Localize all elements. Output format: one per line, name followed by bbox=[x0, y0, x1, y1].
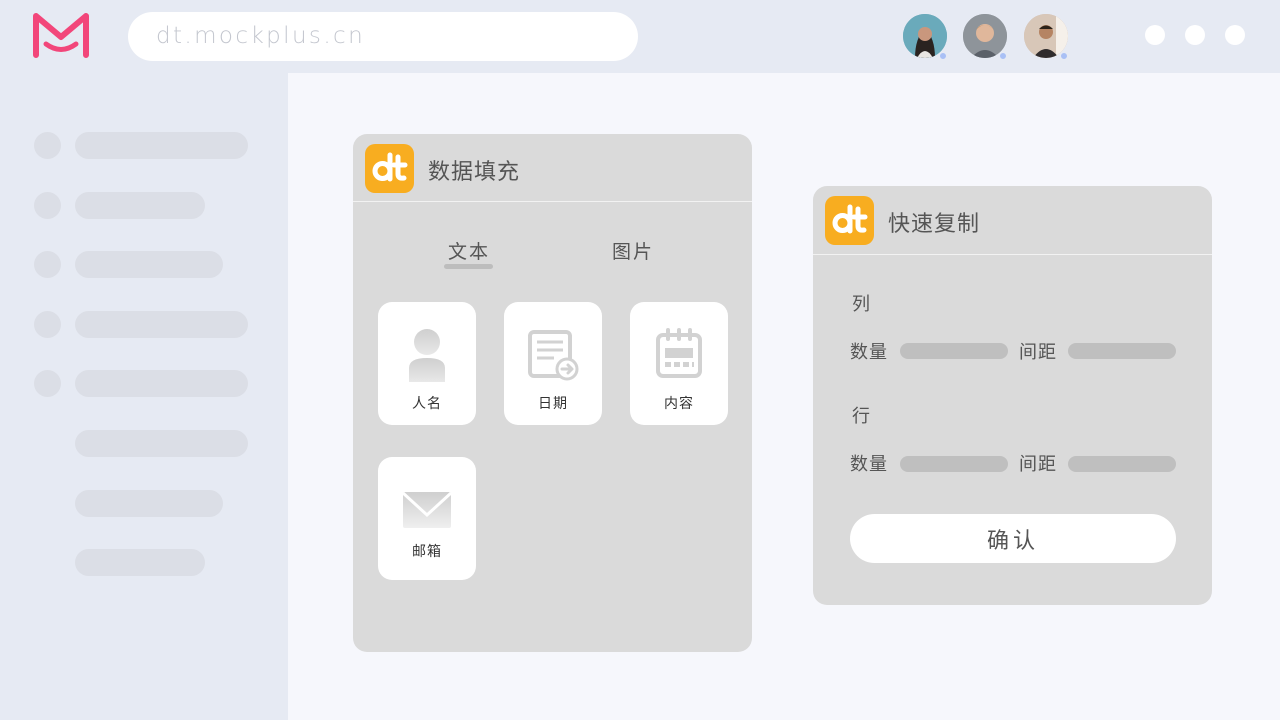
avatar-1[interactable] bbox=[903, 14, 947, 60]
calendar-icon bbox=[656, 328, 702, 378]
sidebar-item-label-placeholder bbox=[75, 132, 248, 159]
sidebar bbox=[0, 73, 288, 720]
data-fill-panel: 数据填充 文本 图片 人名 日期 内容 邮箱 bbox=[353, 134, 752, 652]
tile-email[interactable]: 邮箱 bbox=[378, 457, 476, 580]
sidebar-item-label-placeholder bbox=[75, 549, 205, 576]
sidebar-item-label-placeholder bbox=[75, 430, 248, 457]
dt-logo-icon bbox=[825, 196, 874, 245]
sidebar-item-icon-placeholder bbox=[34, 311, 61, 338]
sidebar-item-label-placeholder bbox=[75, 370, 248, 397]
column-count-label: 数量 bbox=[850, 342, 888, 363]
row-section-label: 行 bbox=[852, 406, 871, 427]
avatar-2[interactable] bbox=[963, 14, 1007, 60]
sidebar-item[interactable] bbox=[0, 370, 288, 398]
quick-copy-panel: 快速复制 列 数量 间距 行 数量 间距 确认 bbox=[813, 186, 1212, 605]
window-control-dot-1[interactable] bbox=[1145, 25, 1165, 45]
tab-text[interactable]: 文本 bbox=[448, 237, 490, 264]
row-count-label: 数量 bbox=[850, 454, 888, 475]
date-document-icon bbox=[528, 330, 579, 381]
column-count-slider[interactable] bbox=[900, 343, 1008, 359]
sidebar-item-icon-placeholder bbox=[34, 192, 61, 219]
panel-title: 快速复制 bbox=[888, 212, 981, 237]
column-spacing-slider[interactable] bbox=[1068, 343, 1176, 359]
top-bar: dt.mockplus.cn bbox=[0, 0, 1280, 73]
row-spacing-slider[interactable] bbox=[1068, 456, 1176, 472]
tile-content[interactable]: 内容 bbox=[630, 302, 728, 425]
sidebar-item-label-placeholder bbox=[75, 192, 205, 219]
sidebar-item[interactable] bbox=[0, 311, 288, 339]
person-icon bbox=[409, 329, 445, 382]
panel-title: 数据填充 bbox=[428, 160, 521, 185]
online-status-dot bbox=[999, 52, 1007, 60]
window-control-dot-3[interactable] bbox=[1225, 25, 1245, 45]
tile-date[interactable]: 日期 bbox=[504, 302, 602, 425]
sidebar-subitem[interactable] bbox=[0, 549, 288, 577]
tile-label: 内容 bbox=[664, 396, 694, 412]
window-control-dot-2[interactable] bbox=[1185, 25, 1205, 45]
dt-logo-icon bbox=[365, 144, 414, 193]
url-bar[interactable]: dt.mockplus.cn bbox=[128, 12, 638, 61]
online-status-dot bbox=[939, 52, 947, 60]
sidebar-subitem[interactable] bbox=[0, 430, 288, 458]
sidebar-subitem[interactable] bbox=[0, 490, 288, 518]
sidebar-item-label-placeholder bbox=[75, 490, 223, 517]
panel-header: 快速复制 bbox=[813, 186, 1212, 255]
sidebar-item-label-placeholder bbox=[75, 311, 248, 338]
active-tab-indicator bbox=[444, 264, 493, 269]
sidebar-item-icon-placeholder bbox=[34, 251, 61, 278]
tile-label: 邮箱 bbox=[412, 544, 442, 560]
row-spacing-label: 间距 bbox=[1019, 454, 1057, 475]
mockplus-logo-icon[interactable] bbox=[30, 9, 92, 61]
sidebar-item-icon-placeholder bbox=[34, 370, 61, 397]
confirm-button[interactable]: 确认 bbox=[850, 514, 1176, 563]
sidebar-item[interactable] bbox=[0, 251, 288, 279]
sidebar-item[interactable] bbox=[0, 192, 288, 220]
url-text: dt.mockplus.cn bbox=[156, 23, 366, 49]
column-section-label: 列 bbox=[852, 294, 871, 315]
online-status-dot bbox=[1060, 52, 1068, 60]
column-spacing-label: 间距 bbox=[1019, 342, 1057, 363]
avatar-3[interactable] bbox=[1024, 14, 1068, 60]
sidebar-item-icon-placeholder bbox=[34, 132, 61, 159]
mail-icon bbox=[402, 491, 452, 528]
tile-person-name[interactable]: 人名 bbox=[378, 302, 476, 425]
sidebar-item-label-placeholder bbox=[75, 251, 223, 278]
tile-label: 人名 bbox=[412, 396, 442, 412]
sidebar-item[interactable] bbox=[0, 132, 288, 160]
tile-label: 日期 bbox=[538, 396, 568, 412]
row-count-slider[interactable] bbox=[900, 456, 1008, 472]
tab-image[interactable]: 图片 bbox=[612, 237, 654, 264]
panel-header: 数据填充 bbox=[353, 134, 752, 202]
